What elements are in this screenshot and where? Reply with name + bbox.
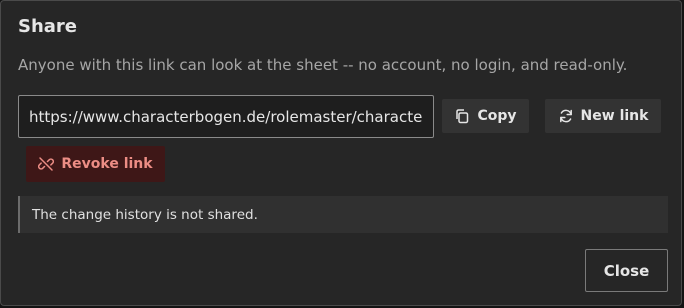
dialog-title: Share (18, 16, 78, 37)
new-link-button[interactable]: New link (545, 99, 661, 133)
share-link-input[interactable] (18, 95, 434, 138)
close-button-label: Close (603, 261, 650, 280)
dialog-description: Anyone with this link can look at the sh… (18, 56, 628, 74)
history-notice-text: The change history is not shared. (32, 206, 258, 223)
revoke-link-button-label: Revoke link (61, 156, 153, 172)
revoke-link-button[interactable]: Revoke link (26, 146, 165, 182)
refresh-icon (558, 108, 574, 124)
copy-icon (454, 108, 470, 124)
copy-button[interactable]: Copy (442, 99, 529, 133)
new-link-button-label: New link (580, 108, 649, 124)
link-off-icon (38, 156, 55, 172)
history-notice: The change history is not shared. (18, 196, 668, 233)
share-dialog: Share Anyone with this link can look at … (0, 0, 682, 306)
copy-button-label: Copy (477, 108, 517, 124)
close-button[interactable]: Close (585, 249, 668, 292)
